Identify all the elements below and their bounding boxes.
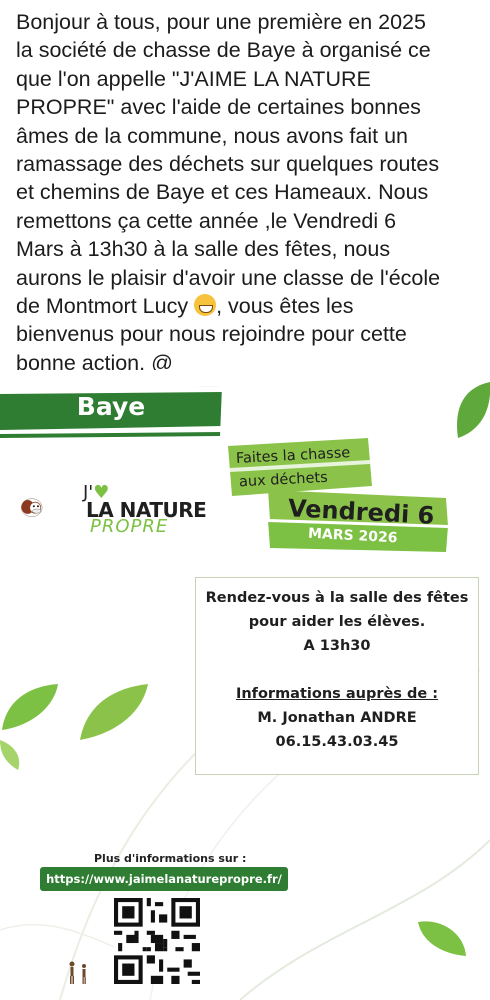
info-line: Rendez-vous à la salle des fêtes — [205, 590, 469, 606]
leaf-icon — [2, 684, 58, 730]
poster-image[interactable]: Baye Faites la chasse aux déchets Vendre… — [0, 370, 490, 1000]
contact-phone: 06.15.43.03.45 — [275, 734, 399, 750]
walkers-icon — [69, 961, 86, 984]
post-line: PROPRE" avec l'aide de certaines bonnes — [16, 95, 421, 120]
more-info-label: Plus d'informations sur : — [94, 852, 247, 865]
village-name: Baye — [76, 392, 146, 421]
leaf-icon — [0, 740, 20, 770]
post-line: et chemins de Baye et ces Hameaux. Nous — [16, 180, 429, 205]
info-line: pour aider les élèves. — [248, 614, 426, 630]
post-line: que l'on appelle "J'AIME LA NATURE — [16, 66, 371, 91]
info-box: Rendez-vous à la salle des fêtes pour ai… — [195, 577, 479, 775]
contact-title: Informations auprès de : — [235, 686, 439, 702]
leaf-icon — [457, 382, 490, 438]
qr-code-icon — [114, 898, 200, 984]
post-line: Mars à 13h30 à la salle des fêtes, nous — [16, 237, 391, 262]
leaf-icon — [418, 921, 466, 956]
website-url: https://www.jaimelanaturepropre.fr/ — [40, 867, 288, 891]
leaf-icon — [80, 684, 148, 740]
post-line-part: , vous êtes les — [216, 294, 354, 319]
info-time: A 13h30 — [303, 638, 371, 654]
post-line-part: de Montmort Lucy — [16, 294, 189, 319]
dog-logo-icon — [21, 498, 43, 517]
post-line: bienvenus pour nous rejoindre pour cette — [16, 322, 407, 347]
contact-name: M. Jonathan ANDRE — [257, 710, 417, 726]
post-line: âmes de la commune, nous avons fait un — [16, 123, 408, 148]
post-line: ramassage des déchets sur quelques route… — [16, 152, 440, 177]
grin-emoji-icon — [194, 294, 217, 317]
logo-propre: PROPRE — [90, 516, 169, 537]
post-line: aurons le plaisir d'avoir une classe de … — [16, 265, 441, 290]
post-line: remettons ça cette année ,le Vendredi 6 — [16, 208, 397, 233]
post-text: Bonjour à tous, pour une première en 202… — [16, 8, 476, 377]
post-line: la société de chasse de Baye à organisé … — [16, 38, 431, 63]
post-line: Bonjour à tous, pour une première en 202… — [16, 10, 426, 34]
post-line: de Montmort Lucy , vous êtes les — [16, 292, 476, 320]
